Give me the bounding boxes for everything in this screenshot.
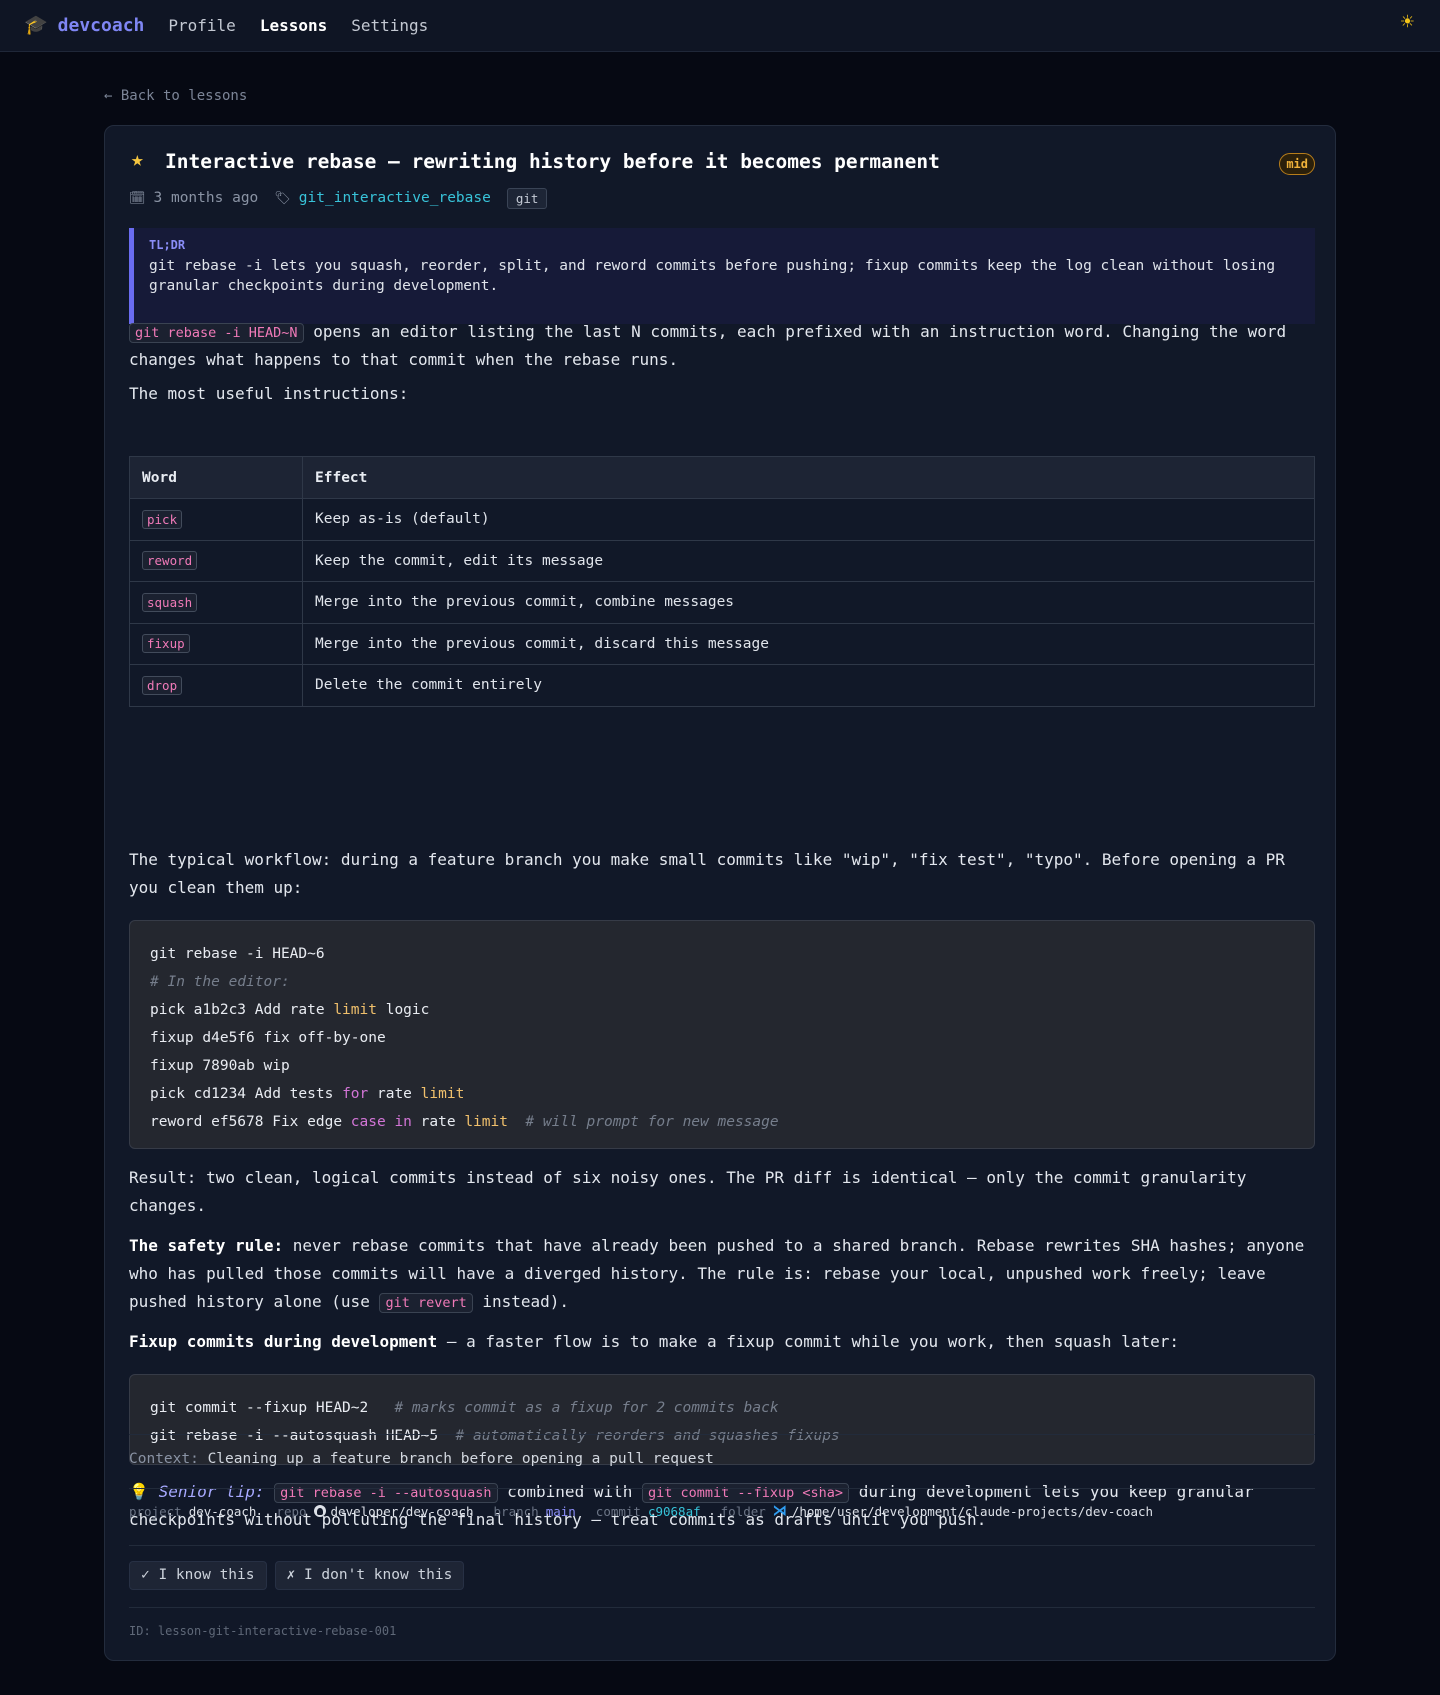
dont-know-this-button[interactable]: ✗ I don't know this [274,1561,465,1590]
table-row: squash Merge into the previous commit, c… [129,581,1315,624]
effect-cell: Merge into the previous commit, discard … [302,622,1315,665]
column-header-word: Word [129,456,303,499]
folder-link[interactable]: /home/user/development/claude-projects/d… [792,1504,1153,1519]
fixup-paragraph: Fixup commits during development — a fas… [129,1332,1179,1351]
effect-cell: Keep as-is (default) [302,498,1315,541]
back-to-lessons-link[interactable]: ← Back to lessons [104,88,247,104]
nav-profile[interactable]: Profile [168,16,235,35]
table-row: drop Delete the commit entirely [129,664,1315,707]
lesson-context: Context: Cleaning up a feature branch be… [129,1451,714,1467]
divider [129,1545,1315,1546]
graduation-cap-icon: 🎓 [24,14,48,36]
word-chip: drop [142,675,183,695]
instructions-table: Word Effect pick Keep as-is (default) re… [129,456,1315,707]
word-chip: pick [142,509,183,529]
code-block-rebase[interactable]: git rebase -i HEAD~6 # In the editor: pick… [129,920,1315,1149]
lesson-card: ★ Interactive rebase — rewriting history… [104,125,1336,1661]
project-name: dev-coach [188,1503,257,1519]
level-badge: mid [1279,153,1315,175]
calendar-icon: 🗓 [129,190,146,206]
nav-settings[interactable]: Settings [351,16,428,35]
instructions-heading: The most useful instructions: [129,384,409,403]
nav-lessons[interactable]: Lessons [260,16,327,35]
effect-cell: Delete the commit entirely [302,664,1315,707]
intro-paragraph: git rebase -i HEAD~N opens an editor lis… [129,318,1315,374]
project-info-row: project dev-coach repo developer/dev-coach… [129,1503,1154,1519]
divider [129,1434,1315,1435]
table-row: pick Keep as-is (default) [129,498,1315,541]
word-chip: squash [142,592,198,612]
commit-link[interactable]: c9068af [648,1504,701,1519]
know-this-button[interactable]: ✓ I know this [129,1561,267,1590]
lesson-date: 3 months ago [153,190,259,206]
inline-code: git rebase -i HEAD~N [129,323,304,343]
top-navbar: 🎓 devcoach Profile Lessons Settings ☀ [0,0,1440,52]
table-row: reword Keep the commit, edit its message [129,539,1315,582]
inline-code: git rebase -i --autosquash [274,1483,498,1503]
sun-icon[interactable]: ☀ [1401,12,1414,34]
star-icon[interactable]: ★ [131,149,144,170]
repo-link[interactable]: developer/dev-coach [331,1504,474,1519]
branch-name: main [545,1503,576,1519]
brand[interactable]: 🎓 devcoach [24,15,144,36]
inline-code: git commit --fixup <sha> [642,1483,850,1503]
safety-paragraph: The safety rule: never rebase commits th… [129,1236,1305,1313]
table-row: fixup Merge into the previous commit, di… [129,622,1315,665]
knowledge-actions: ✓ I know this ✗ I don't know this [129,1561,465,1590]
vscode-icon[interactable]: ⋊ [773,1503,787,1519]
effect-cell: Merge into the previous commit, combine … [302,581,1315,624]
inline-code: git revert [379,1293,473,1313]
lesson-meta: 🗓 3 months ago 🏷 git_interactive_rebase … [129,187,548,209]
word-chip: fixup [142,634,190,654]
word-chip: reword [142,551,198,571]
category-chip[interactable]: git [506,187,548,209]
divider [129,1607,1315,1608]
tag-icon: 🏷 [274,190,291,206]
lightbulb-icon: 💡 [129,1482,149,1501]
github-icon [313,1505,326,1517]
table-header-row: Word Effect [129,456,1315,499]
brand-name[interactable]: devcoach [58,15,145,36]
result-paragraph: Result: two clean, logical commits inste… [129,1168,1247,1215]
workflow-paragraph: The typical workflow: during a feature b… [129,850,1285,897]
tag-link[interactable]: git_interactive_rebase [299,190,491,206]
tldr-label: TL;DR [149,238,186,252]
lesson-id: ID: lesson-git-interactive-rebase-001 [129,1624,397,1638]
effect-cell: Keep the commit, edit its message [302,539,1315,582]
tldr-box: TL;DR git rebase -i lets you squash, reo… [129,228,1315,324]
lesson-title: Interactive rebase — rewriting history b… [165,150,940,173]
tldr-text: git rebase -i lets you squash, reorder, … [149,258,1276,294]
column-header-effect: Effect [302,456,1315,499]
divider [129,1488,1315,1489]
